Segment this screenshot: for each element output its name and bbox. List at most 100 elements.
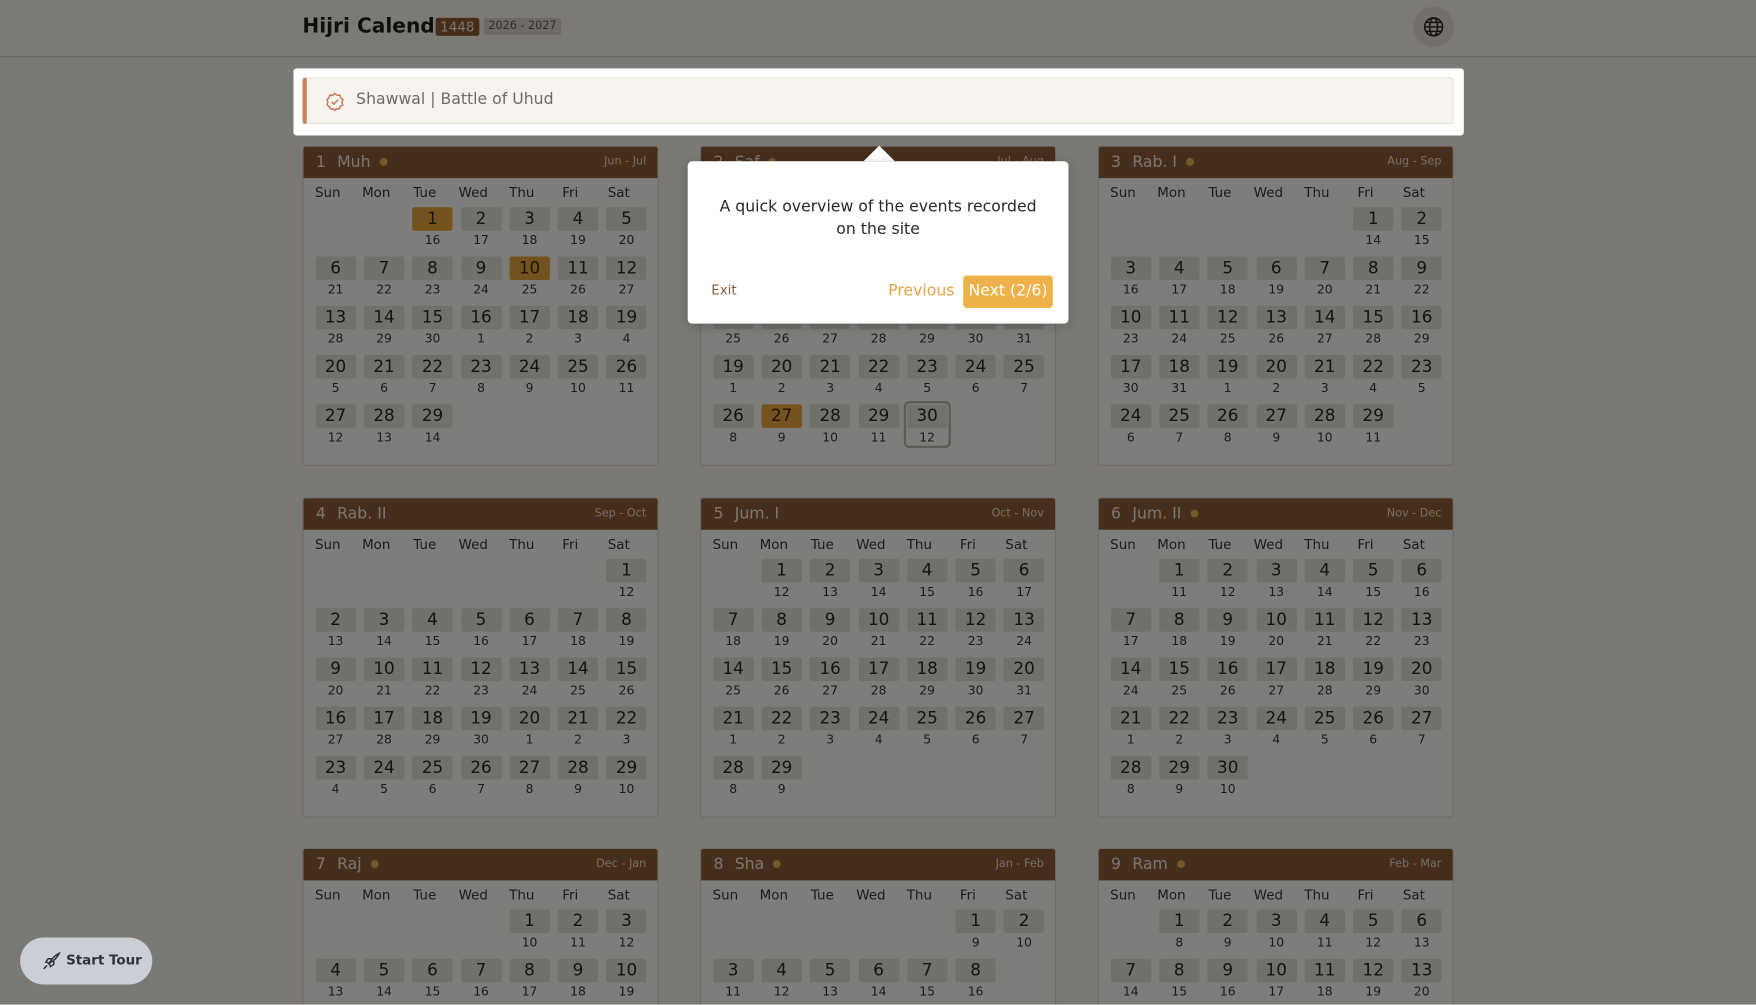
- day-cell[interactable]: 26 7: [460, 756, 502, 796]
- day-cell[interactable]: 12 23: [460, 657, 502, 698]
- day-cell[interactable]: 28 8: [1110, 756, 1151, 796]
- day-cell[interactable]: 27 12: [315, 404, 356, 445]
- day-cell[interactable]: 1225: [1207, 305, 1248, 346]
- day-cell[interactable]: 23 8: [460, 355, 502, 395]
- day-cell[interactable]: 1 16: [412, 207, 453, 248]
- day-cell[interactable]: 4 13: [315, 958, 356, 999]
- day-cell[interactable]: 5 12: [1353, 909, 1394, 950]
- day-cell[interactable]: 518: [1207, 256, 1248, 297]
- day-cell[interactable]: 27 9: [1256, 404, 1297, 445]
- day-cell[interactable]: 27 7: [1401, 706, 1442, 747]
- day-cell[interactable]: 20 31: [1003, 657, 1045, 698]
- day-cell[interactable]: 6 17: [1003, 558, 1045, 599]
- day-cell[interactable]: 17 2: [509, 305, 550, 346]
- day-cell[interactable]: 9 24: [460, 256, 502, 297]
- day-cell[interactable]: 22 2: [1159, 706, 1200, 747]
- day-cell[interactable]: 3 14: [858, 558, 899, 599]
- day-cell[interactable]: 25 10: [557, 355, 599, 395]
- day-cell[interactable]: 211: [712, 706, 754, 747]
- day-cell[interactable]: 26 8: [712, 404, 754, 445]
- day-cell[interactable]: 213: [1304, 355, 1345, 395]
- day-cell[interactable]: 6 21: [315, 256, 356, 297]
- day-cell[interactable]: 7 22: [363, 256, 405, 297]
- day-cell[interactable]: 4 15: [906, 558, 948, 599]
- day-cell[interactable]: 213: [315, 608, 356, 648]
- day-cell[interactable]: 15 26: [606, 657, 647, 698]
- day-cell[interactable]: 9 20: [315, 657, 356, 698]
- month-header[interactable]: 7 Raj Dec - Jan: [303, 848, 658, 881]
- day-cell[interactable]: 28 10: [1304, 404, 1345, 445]
- day-cell[interactable]: 18 28: [1304, 657, 1345, 698]
- day-cell[interactable]: 30 10: [1207, 756, 1248, 796]
- month-header[interactable]: 4 Rab. II Sep - Oct: [303, 498, 658, 530]
- day-cell[interactable]: 27 7: [1003, 706, 1045, 747]
- day-cell[interactable]: 16 27: [809, 657, 851, 698]
- day-cell[interactable]: 6 17: [509, 608, 550, 648]
- day-cell[interactable]: 1326: [1256, 305, 1297, 346]
- day-cell[interactable]: 5 15: [1353, 558, 1394, 599]
- day-cell[interactable]: 17 28: [363, 706, 405, 747]
- day-cell[interactable]: 22 3: [606, 706, 647, 747]
- month-header[interactable]: 9 Ram Feb - Mar: [1098, 848, 1453, 881]
- day-cell[interactable]: 27 8: [509, 756, 550, 796]
- day-cell[interactable]: 7 18: [557, 608, 599, 648]
- day-cell[interactable]: 215: [1401, 207, 1442, 248]
- day-cell[interactable]: 619: [1256, 256, 1297, 297]
- month-header[interactable]: 6 Jum. II Nov - Dec: [1098, 498, 1453, 530]
- day-cell[interactable]: 11 26: [557, 256, 599, 297]
- day-cell[interactable]: 211: [557, 909, 599, 950]
- month-header[interactable]: 3 Rab. I Aug - Sep: [1098, 146, 1453, 179]
- day-cell[interactable]: 8 16: [955, 958, 996, 999]
- day-cell[interactable]: 26 6: [955, 706, 996, 747]
- day-cell[interactable]: 23 3: [1207, 706, 1248, 747]
- day-cell[interactable]: 8 18: [1159, 608, 1200, 648]
- day-cell[interactable]: 26 8: [1207, 404, 1248, 445]
- day-cell[interactable]: 24 6: [955, 355, 996, 395]
- day-cell[interactable]: 22 2: [761, 706, 802, 747]
- day-cell[interactable]: 25 7: [1159, 404, 1200, 445]
- day-cell[interactable]: 13 24: [1003, 608, 1045, 648]
- day-cell[interactable]: 1023: [1110, 305, 1151, 346]
- start-tour-button[interactable]: Start Tour: [20, 937, 153, 985]
- day-cell[interactable]: 20 5: [315, 355, 356, 395]
- day-cell[interactable]: 29 9: [761, 756, 802, 796]
- day-cell[interactable]: 26 6: [1353, 706, 1394, 747]
- day-cell[interactable]: 23 4: [315, 756, 356, 796]
- day-cell[interactable]: 213: [809, 355, 851, 395]
- day-cell[interactable]: 12 22: [1353, 608, 1394, 648]
- tour-next-button[interactable]: Next (2/6): [963, 275, 1053, 308]
- day-cell[interactable]: 211: [1110, 706, 1151, 747]
- day-cell[interactable]: 11 22: [412, 657, 453, 698]
- day-cell[interactable]: 25 5: [906, 706, 948, 747]
- day-cell[interactable]: 6 15: [412, 958, 453, 999]
- day-cell[interactable]: 12 23: [955, 608, 996, 648]
- day-cell[interactable]: 2 17: [460, 207, 502, 248]
- day-cell[interactable]: 23 3: [809, 706, 851, 747]
- day-cell[interactable]: 15 25: [1159, 657, 1200, 698]
- day-cell[interactable]: 3 13: [1256, 558, 1297, 599]
- day-cell[interactable]: 3 11: [712, 958, 754, 999]
- day-cell[interactable]: 7 15: [906, 958, 948, 999]
- tour-exit-button[interactable]: Exit: [711, 282, 736, 298]
- day-cell[interactable]: 19 29: [1353, 657, 1394, 698]
- day-cell[interactable]: 15 26: [761, 657, 802, 698]
- day-cell[interactable]: 25 5: [1304, 706, 1345, 747]
- day-cell[interactable]: 14 29: [363, 305, 405, 346]
- day-cell[interactable]: 8 19: [606, 608, 647, 648]
- day-cell[interactable]: 5 13: [809, 958, 851, 999]
- day-cell[interactable]: 5 20: [606, 207, 647, 248]
- day-cell[interactable]: 28 9: [557, 756, 599, 796]
- day-cell[interactable]: 18: [1159, 909, 1200, 950]
- day-cell[interactable]: 11 18: [1304, 958, 1345, 999]
- day-cell[interactable]: 8 23: [412, 256, 453, 297]
- day-cell[interactable]: 4 14: [1304, 558, 1345, 599]
- hijri-year-badge[interactable]: 1448: [435, 17, 479, 36]
- month-header[interactable]: 8 Sha Jan - Feb: [701, 848, 1056, 881]
- day-cell[interactable]: 10 17: [1256, 958, 1297, 999]
- day-cell[interactable]: 4 11: [1304, 909, 1345, 950]
- day-cell[interactable]: 28 8: [712, 756, 754, 796]
- day-cell[interactable]: 19 30: [460, 706, 502, 747]
- day-cell[interactable]: 17 28: [858, 657, 899, 698]
- day-cell[interactable]: 29 10: [606, 756, 647, 796]
- day-cell[interactable]: 10 21: [858, 608, 899, 648]
